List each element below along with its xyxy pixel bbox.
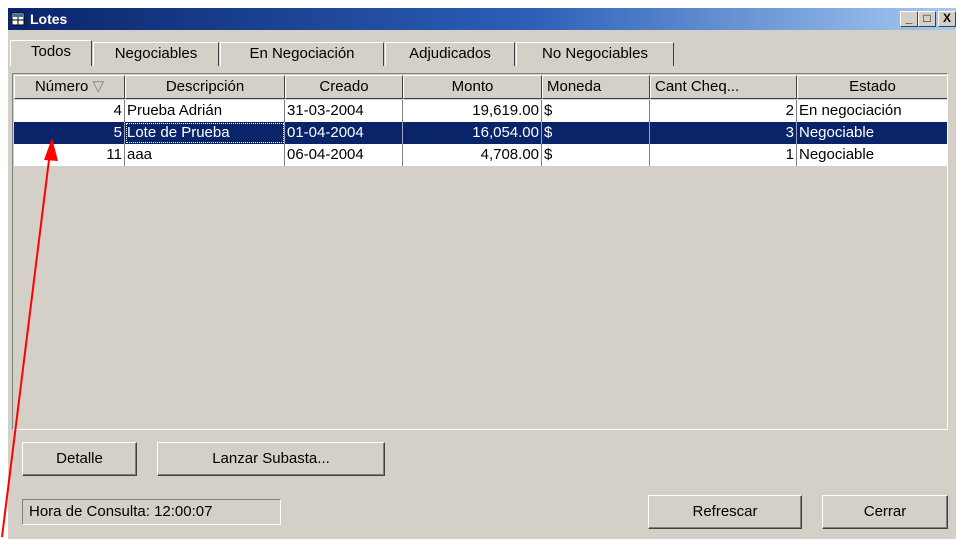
cell-creado: 01-04-2004 bbox=[285, 122, 403, 144]
cell-cant-cheq: 1 bbox=[650, 144, 797, 166]
cerrar-button[interactable]: Cerrar bbox=[822, 495, 948, 529]
tab-negociables[interactable]: Negociables bbox=[93, 42, 219, 66]
cell-moneda: $ bbox=[542, 144, 650, 166]
table-row-selected[interactable]: 5 Lote de Prueba 01-04-2004 16,054.00 $ … bbox=[14, 122, 947, 144]
minimize-button[interactable]: _ bbox=[900, 11, 918, 27]
tab-adjudicados[interactable]: Adjudicados bbox=[385, 42, 515, 66]
cell-estado: Negociable bbox=[799, 124, 875, 141]
cell-moneda: $ bbox=[542, 100, 650, 122]
cell-monto: 4,708.00 bbox=[403, 144, 542, 166]
window-title: Lotes bbox=[30, 11, 68, 27]
close-button[interactable]: X bbox=[938, 11, 956, 27]
hora-consulta-label: Hora de Consulta: 12:00:07 bbox=[22, 499, 281, 525]
table-row[interactable]: 11 aaa 06-04-2004 4,708.00 $ 1 Negociabl… bbox=[14, 144, 947, 166]
header-estado[interactable]: Estado bbox=[797, 75, 947, 99]
lanzar-subasta-button[interactable]: Lanzar Subasta... bbox=[157, 442, 385, 476]
cell-monto: 16,054.00 bbox=[403, 122, 542, 144]
table-icon bbox=[12, 12, 25, 26]
header-creado[interactable]: Creado bbox=[285, 75, 403, 99]
cell-cant-cheq: 3 bbox=[650, 122, 797, 144]
refrescar-button[interactable]: Refrescar bbox=[648, 495, 802, 529]
table-row[interactable]: 4 Prueba Adrián 31-03-2004 19,619.00 $ 2… bbox=[14, 100, 947, 122]
cell-creado: 06-04-2004 bbox=[285, 144, 403, 166]
cell-creado: 31-03-2004 bbox=[285, 100, 403, 122]
cell-descripcion: Prueba Adrián bbox=[125, 100, 285, 122]
header-moneda[interactable]: Moneda bbox=[542, 75, 650, 99]
sort-down-icon: ▽ bbox=[92, 78, 105, 95]
cell-cant-cheq: 2 bbox=[650, 100, 797, 122]
cell-monto: 19,619.00 bbox=[403, 100, 542, 122]
cell-numero: 11 bbox=[14, 144, 125, 166]
cell-moneda: $ bbox=[542, 122, 650, 144]
maximize-button[interactable]: □ bbox=[918, 11, 936, 27]
header-monto[interactable]: Monto bbox=[403, 75, 542, 99]
title-bar[interactable]: Lotes _ □ X bbox=[8, 8, 956, 30]
tab-todos[interactable]: Todos bbox=[10, 40, 92, 66]
header-numero[interactable]: Número ▽ bbox=[14, 75, 125, 99]
header-descripcion[interactable]: Descripción bbox=[125, 75, 285, 99]
header-numero-label: Número bbox=[34, 78, 89, 95]
tab-en-negociacion[interactable]: En Negociación bbox=[220, 42, 384, 66]
cell-numero: 4 bbox=[14, 100, 125, 122]
cell-numero: 5 bbox=[14, 122, 125, 144]
detalle-button[interactable]: Detalle bbox=[22, 442, 137, 476]
lotes-table: Número ▽ Descripción Creado Monto Moneda… bbox=[12, 73, 948, 430]
header-cant-cheq[interactable]: Cant Cheq... bbox=[650, 75, 797, 99]
cell-estado: En negociación bbox=[799, 102, 902, 119]
cell-estado: Negociable bbox=[799, 146, 875, 163]
cell-descripcion: aaa bbox=[125, 144, 285, 166]
lotes-window: Lotes _ □ X Todos Negociables En Negocia… bbox=[8, 8, 956, 539]
cell-descripcion: Lote de Prueba bbox=[125, 122, 285, 144]
tab-no-negociables[interactable]: No Negociables bbox=[516, 42, 674, 66]
